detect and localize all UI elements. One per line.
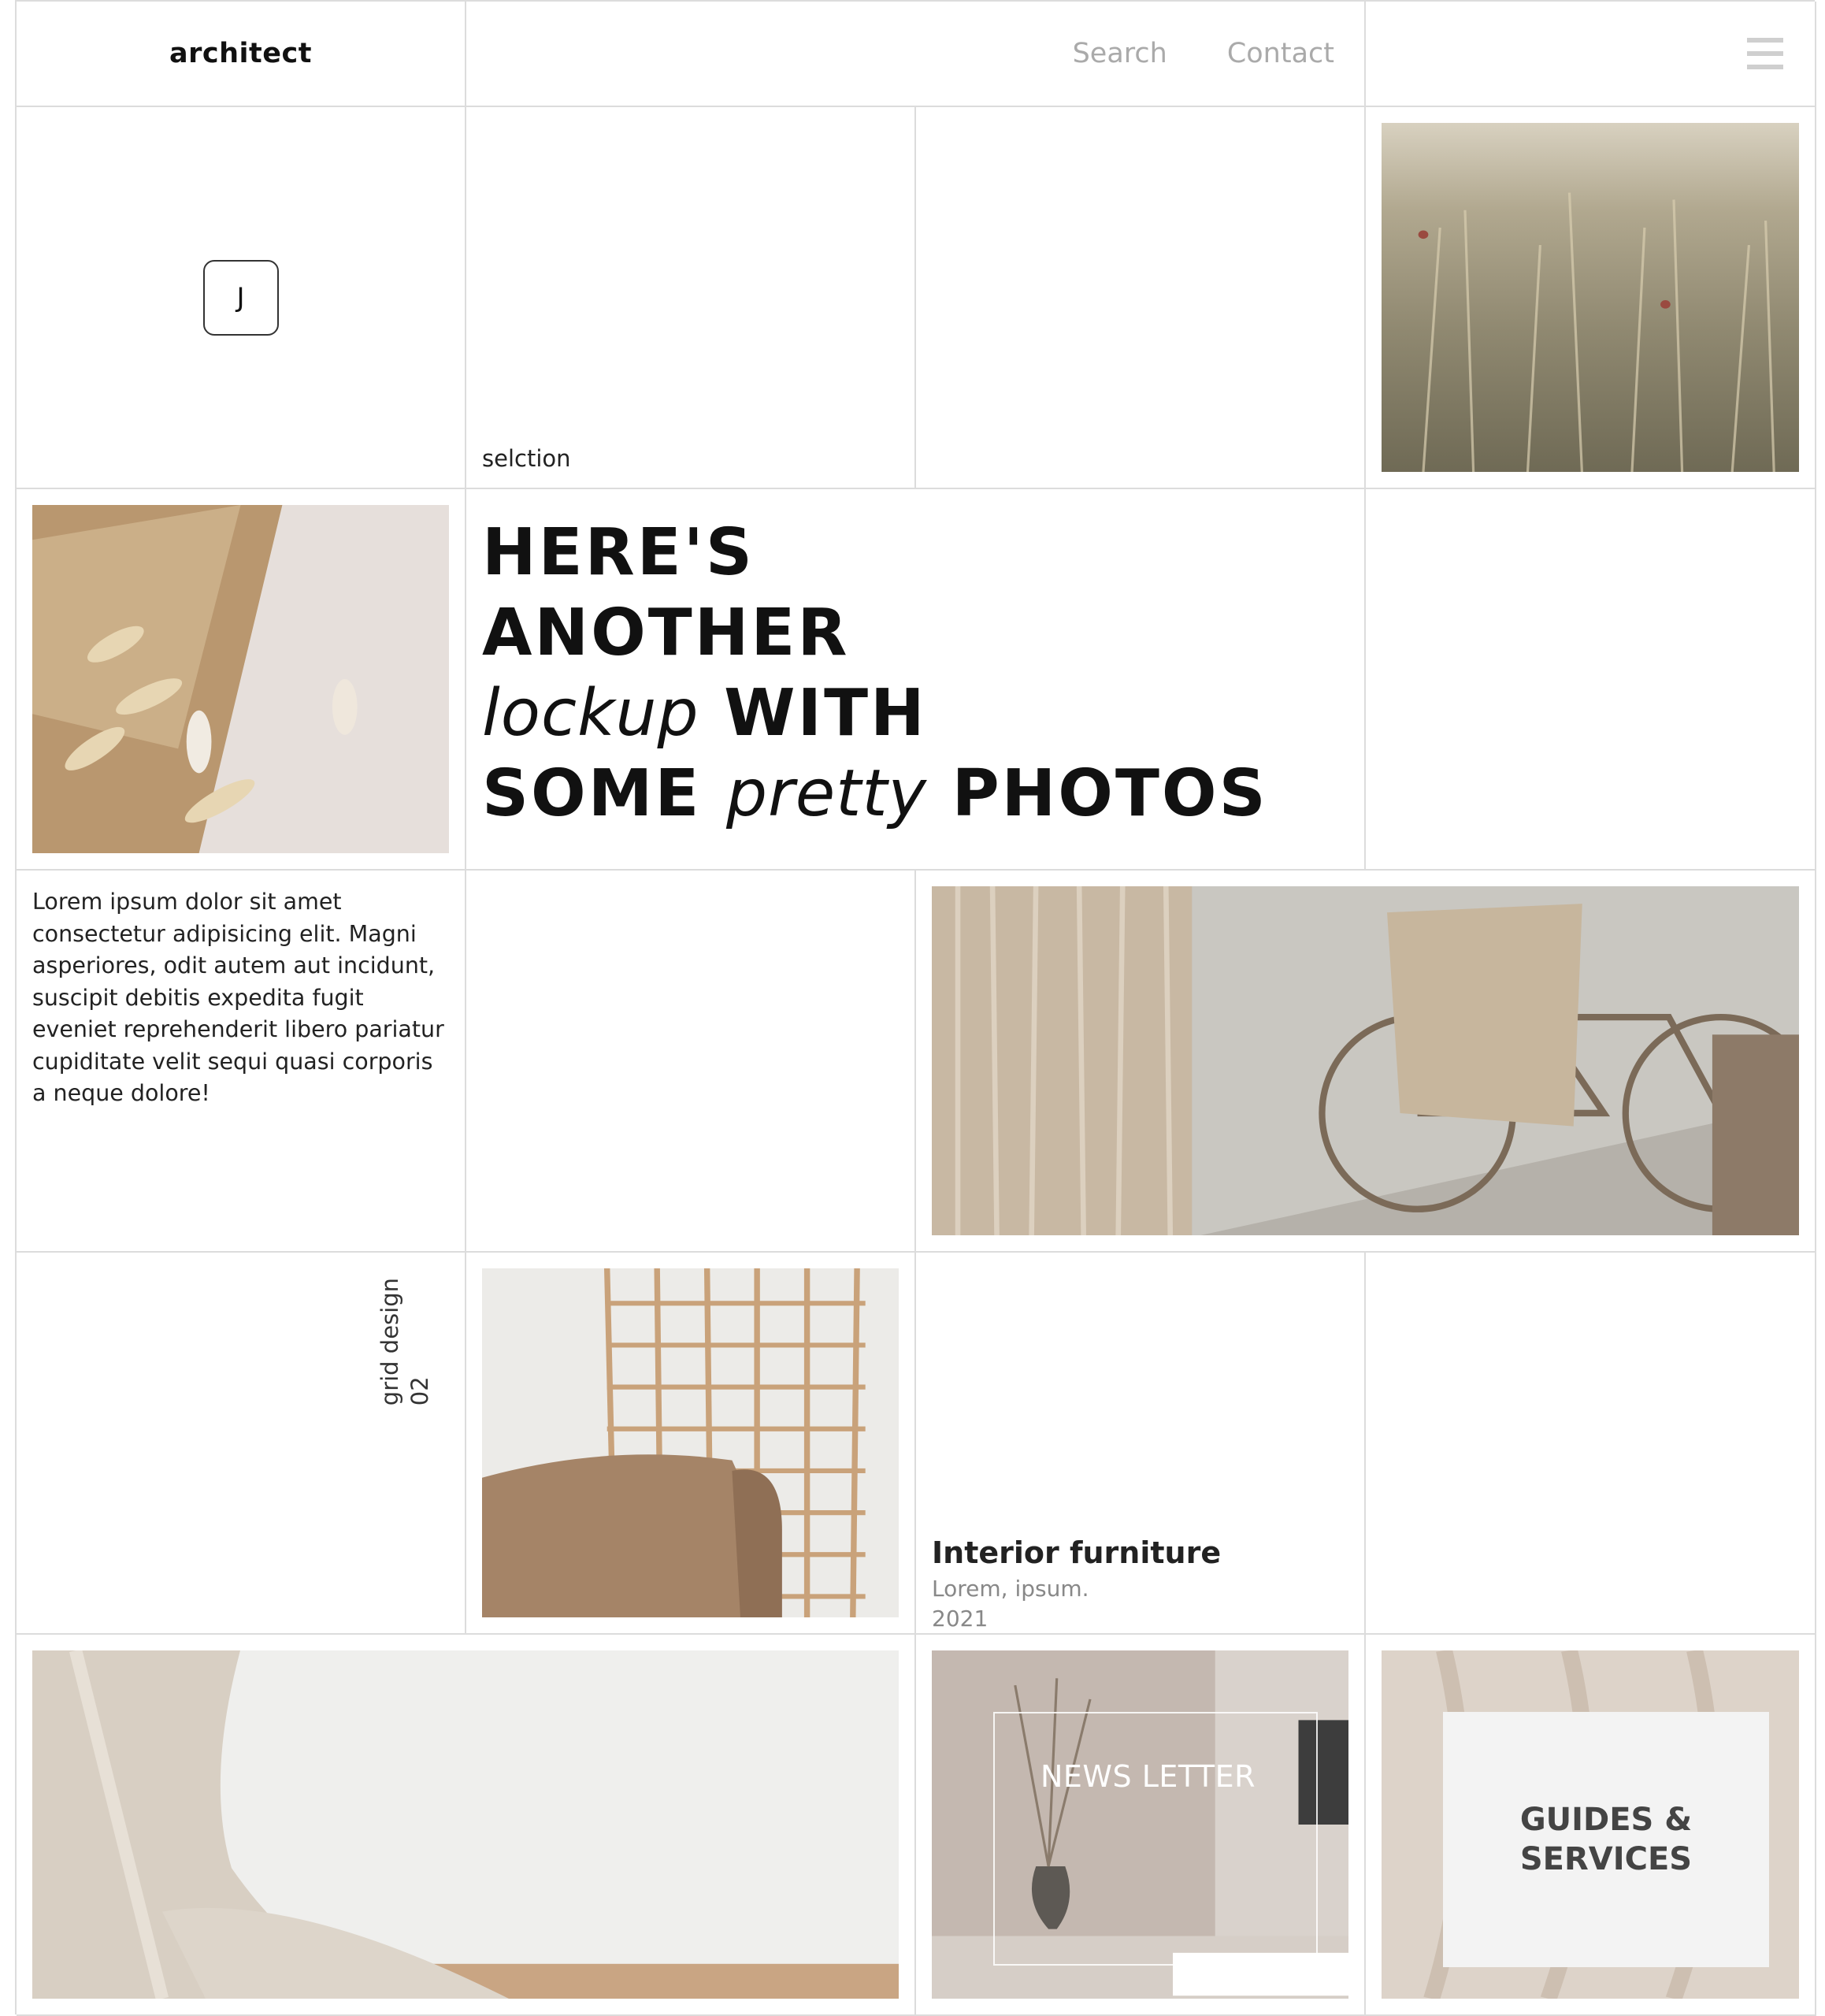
headline-photos: PHOTOS	[951, 756, 1268, 831]
wheat-field-photo	[1382, 123, 1799, 472]
headline-with: WITH	[724, 676, 927, 751]
wheat-photo-cell	[1366, 107, 1816, 489]
guides-photo[interactable]: GUIDES & SERVICES	[1382, 1650, 1799, 1999]
newsletter-cell: NEWS LETTER	[916, 1635, 1366, 2016]
pillow-photo-cell	[466, 1253, 916, 1635]
dried-fern-photo	[32, 505, 449, 853]
menu-cell	[1366, 2, 1816, 107]
pillow-rattan-photo	[482, 1268, 899, 1617]
feature-year: 2021	[932, 1606, 989, 1632]
grid-label-cell: grid design 02	[17, 1253, 466, 1635]
newsletter-photo[interactable]: NEWS LETTER	[932, 1650, 1348, 1999]
guides-services-box[interactable]: GUIDES & SERVICES	[1443, 1712, 1769, 1967]
empty-cell	[1366, 489, 1816, 871]
headline-italic-pretty: pretty	[725, 756, 927, 831]
guides-cell: GUIDES & SERVICES	[1366, 1635, 1816, 2016]
headline-italic-lockup: lockup	[482, 676, 699, 751]
body-paragraph: Lorem ipsum dolor sit amet consectetur a…	[32, 889, 444, 1106]
empty-cell	[916, 107, 1366, 489]
guides-line-2: SERVICES	[1519, 1841, 1693, 1877]
guides-services-title[interactable]: GUIDES & SERVICES	[1520, 1800, 1692, 1879]
linen-curtain-photo	[32, 1650, 899, 1999]
selection-cell: selction	[466, 107, 916, 489]
selection-label: selction	[482, 445, 571, 472]
arrow-right-icon[interactable]	[1173, 1849, 1348, 1999]
empty-cell	[1366, 1253, 1816, 1635]
logo-cell: architect	[17, 2, 466, 107]
fern-photo-cell	[17, 489, 466, 871]
headline-line-2: ANOTHER	[482, 596, 850, 670]
grid-design-number: 02	[406, 1376, 433, 1406]
newsletter-box[interactable]: NEWS LETTER	[993, 1712, 1348, 1996]
text-cell: Lorem ipsum dolor sit amet consectetur a…	[17, 871, 466, 1253]
nav-search-link[interactable]: Search	[1073, 38, 1167, 69]
site-logo[interactable]: architect	[169, 38, 312, 69]
feature-cell: Interior furniture Lorem, ipsum. 2021	[916, 1253, 1366, 1635]
top-nav: Search Contact	[466, 2, 1366, 107]
hero-headline: HERE'S ANOTHER lockup WITH SOME pretty P…	[482, 513, 1348, 834]
curtain-photo-cell	[17, 1635, 916, 2016]
hamburger-menu-icon[interactable]	[1747, 38, 1783, 69]
bicycle-curtain-photo	[932, 886, 1799, 1235]
headline-some: SOME	[482, 756, 702, 831]
newsletter-title[interactable]: NEWS LETTER	[1040, 1759, 1256, 1794]
empty-cell	[466, 871, 916, 1253]
nav-contact-link[interactable]: Contact	[1227, 38, 1334, 69]
feature-title[interactable]: Interior furniture	[932, 1535, 1221, 1570]
grid-design-label: grid design 02	[375, 1278, 435, 1405]
feature-subtitle: Lorem, ipsum.	[932, 1576, 1089, 1602]
guides-line-1: GUIDES &	[1519, 1802, 1693, 1838]
avatar-button[interactable]: J	[202, 259, 279, 336]
headline-cell: HERE'S ANOTHER lockup WITH SOME pretty P…	[466, 489, 1366, 871]
bicycle-photo-cell	[916, 871, 1816, 1253]
avatar-cell: J	[17, 107, 466, 489]
page-grid: architect Search Contact J selction HERE…	[15, 0, 1816, 2016]
grid-design-text: grid design	[376, 1278, 403, 1406]
headline-line-1: HERE'S	[482, 515, 755, 590]
